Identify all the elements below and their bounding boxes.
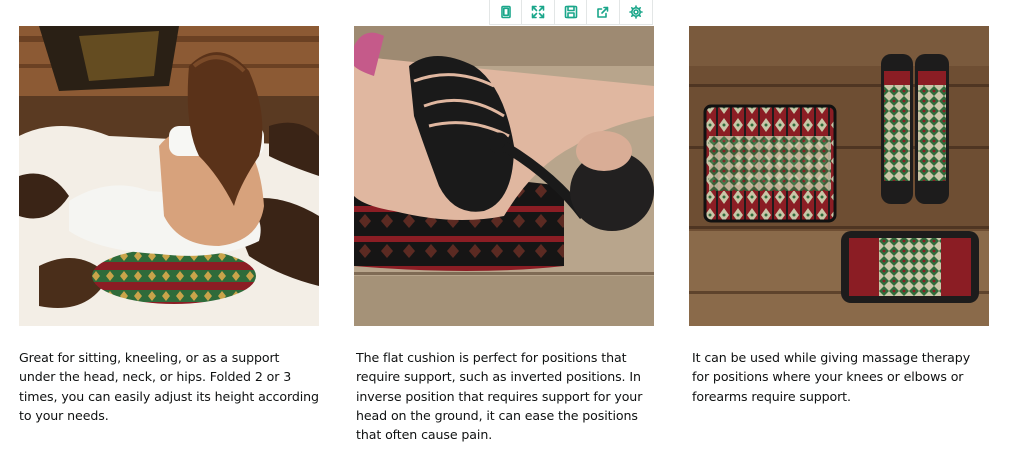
save-button[interactable] [555, 0, 588, 24]
image-toolbar [489, 0, 653, 25]
settings-icon [629, 5, 643, 19]
tile-caption: It can be used while giving massage ther… [692, 350, 971, 404]
save-icon [564, 5, 577, 19]
folded-cushions-on-floor-image[interactable] [689, 26, 989, 326]
share-icon [597, 6, 609, 18]
tile-caption: The flat cushion is perfect for position… [356, 350, 643, 443]
woman-sitting-on-cushion-illustration [19, 26, 319, 326]
expand-button[interactable] [522, 0, 555, 24]
feature-tile-massage: It can be used while giving massage ther… [689, 26, 989, 406]
woman-sitting-on-cushion-image[interactable] [19, 26, 319, 326]
feature-tile-sitting: Great for sitting, kneeling, or as a sup… [19, 26, 319, 425]
share-button[interactable] [587, 0, 620, 24]
feature-tile-inverted: The flat cushion is perfect for position… [354, 26, 654, 444]
expand-icon [531, 5, 545, 19]
tablet-view-button[interactable] [490, 0, 523, 24]
woman-lying-on-cushion-illustration [354, 26, 654, 326]
tablet-icon [500, 5, 511, 19]
folded-cushions-on-floor-illustration [689, 26, 989, 326]
settings-button[interactable] [620, 0, 652, 24]
tile-caption: Great for sitting, kneeling, or as a sup… [19, 350, 319, 423]
woman-lying-on-cushion-image[interactable] [354, 26, 654, 326]
